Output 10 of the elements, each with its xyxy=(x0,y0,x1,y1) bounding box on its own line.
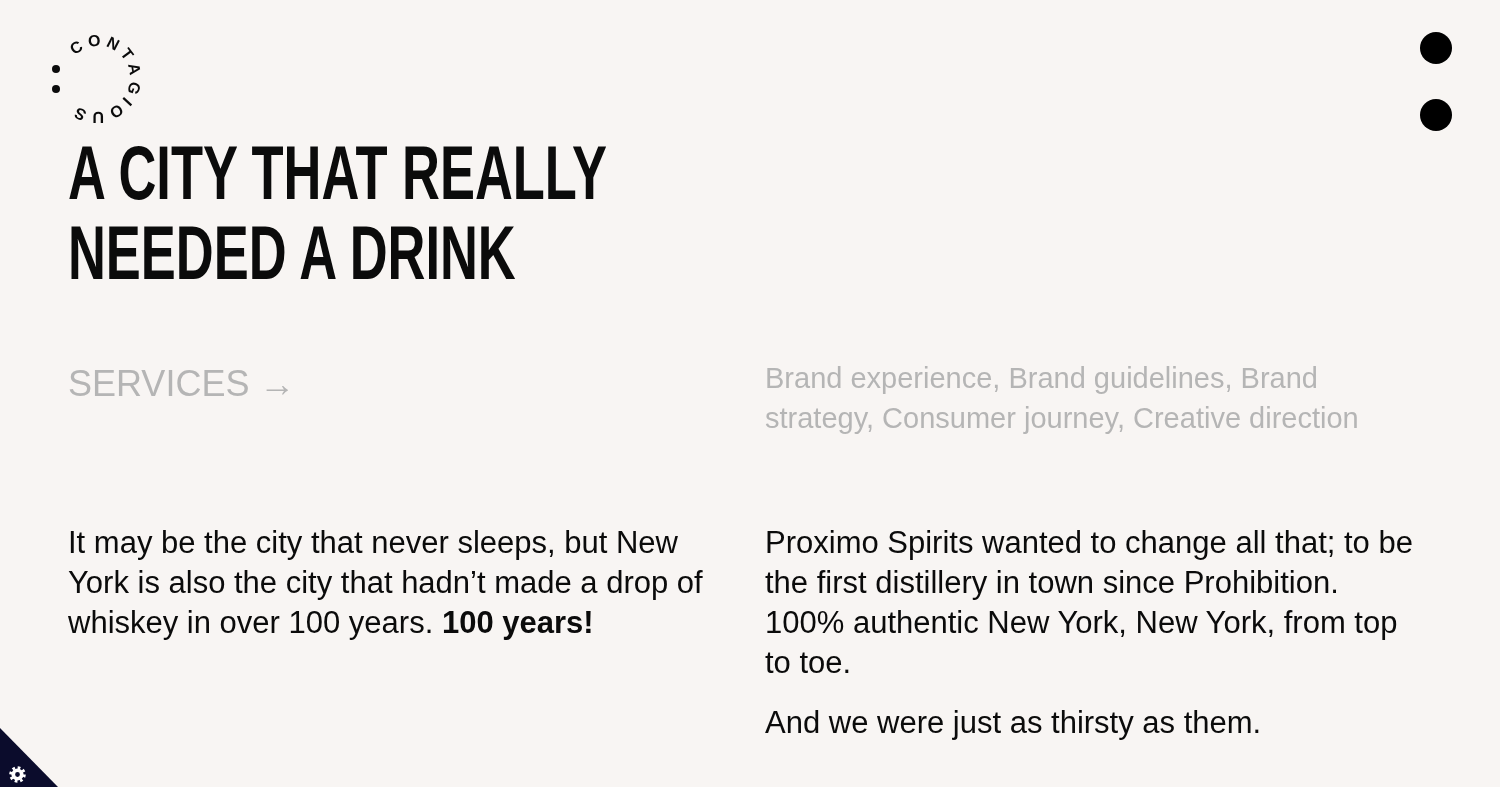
services-label: SERVICES → xyxy=(68,362,296,406)
page-title: A CITY THAT REALLY NEEDED A DRINK xyxy=(68,133,608,293)
dots-icon xyxy=(1420,32,1452,131)
gear-icon xyxy=(9,766,26,783)
body-paragraph: It may be the city that never sleeps, but New York is also the city that hadn’t made a drop of whiskey in over 100 years. 100 years! xyxy=(68,524,704,642)
body-paragraph: And we were just as thirsty as them. xyxy=(765,704,1263,742)
body-paragraph: Proximo Spirits wanted to change all that; to be the first distillery in town since Prohibition. 100% authentic New York, New York, from top to toe. xyxy=(765,524,1414,682)
services-list: Brand experience, Brand guidelines, Brand strategy, Consumer journey, Creative direction xyxy=(765,358,1385,438)
dots-icon xyxy=(52,65,60,93)
menu-button[interactable] xyxy=(1420,32,1452,131)
